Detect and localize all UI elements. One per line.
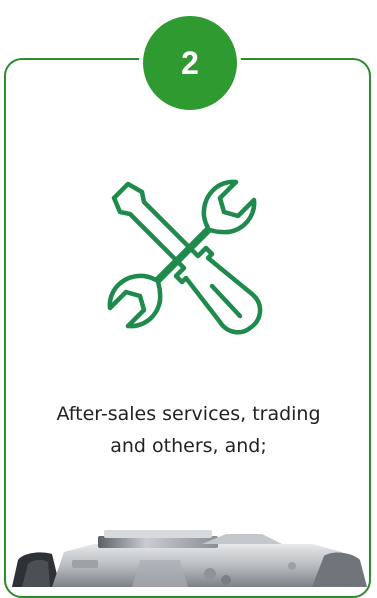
screwdriver-icon xyxy=(111,181,263,335)
caption-line-1: After-sales services, trading xyxy=(56,403,321,425)
service-caption: After-sales services, trading and others… xyxy=(10,398,367,462)
wrench-icon xyxy=(107,179,257,329)
step-badge: 2 xyxy=(139,12,241,114)
machine-image xyxy=(12,530,367,587)
step-circle: 2 xyxy=(143,16,237,110)
step-number: 2 xyxy=(181,45,199,81)
caption-line-2: and others, and; xyxy=(110,435,267,457)
wrench-screwdriver-icon xyxy=(107,179,263,335)
